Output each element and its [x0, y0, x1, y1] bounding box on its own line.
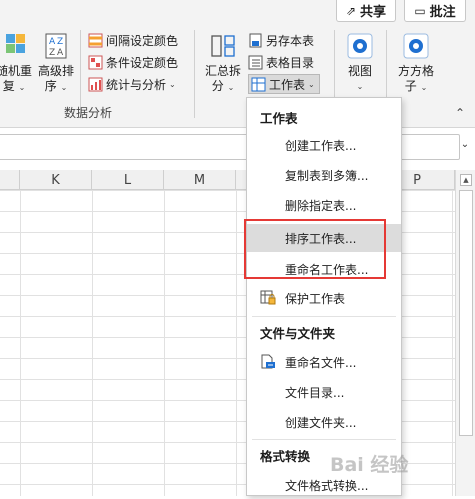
worksheet-dropdown-button[interactable]: 工作表 ⌄ — [248, 74, 320, 94]
worksheet-menu: 工作表 创建工作表... 复制表到多簿... 删除指定表... 排序工作表...… — [246, 97, 402, 496]
column-header-m[interactable]: M — [164, 170, 236, 190]
svg-text:Z: Z — [49, 48, 55, 58]
menu-item-copy-to-workbooks[interactable]: 复制表到多簿... — [247, 161, 401, 189]
menu-item-create-folders[interactable]: 创建文件夹... — [247, 408, 401, 436]
collapse-ribbon-icon[interactable]: ⌃ — [455, 106, 465, 120]
column-header-k[interactable]: K — [20, 170, 92, 190]
statistics-analysis-button[interactable]: 统计与分析 ⌄ — [88, 74, 178, 94]
svg-text:Z: Z — [57, 37, 63, 47]
separator — [194, 30, 195, 118]
data-analysis-group-label: 数据分析 — [64, 106, 113, 120]
protect-sheet-icon — [260, 290, 276, 305]
menu-section-header-format: 格式转换 — [260, 449, 311, 464]
az-sort-icon: A Z Z A — [45, 33, 67, 59]
split-icon — [211, 35, 235, 57]
worksheet-icon — [251, 77, 266, 91]
menu-item-file-directory[interactable]: 文件目录... — [247, 378, 401, 406]
annotate-button[interactable]: ▭ 批注 — [404, 0, 466, 22]
interval-color-icon — [88, 33, 103, 47]
formula-expand-icon[interactable]: ⌄ — [458, 139, 472, 153]
statistics-icon — [88, 77, 103, 91]
vertical-scrollbar[interactable]: ▲ — [455, 170, 475, 496]
interval-color-button[interactable]: 间隔设定颜色 — [88, 30, 178, 50]
menu-item-rename-files[interactable]: 重命名文件... — [247, 348, 401, 376]
svg-text:A: A — [57, 48, 64, 58]
svg-text:A: A — [49, 37, 56, 47]
comment-icon: ▭ — [414, 3, 426, 18]
scroll-up-icon[interactable]: ▲ — [460, 174, 472, 186]
scroll-thumb[interactable] — [459, 190, 473, 436]
select-all-corner[interactable] — [0, 170, 20, 190]
table-directory-button[interactable]: 表格目录 — [248, 52, 320, 72]
view-icon — [347, 33, 373, 59]
grid-addon-icon — [403, 33, 429, 59]
menu-section-header-files: 文件与文件夹 — [260, 326, 336, 341]
menu-divider — [252, 439, 396, 440]
menu-item-delete-sheets[interactable]: 删除指定表... — [247, 191, 401, 219]
spreadsheet: K L M N O P ▲ — [0, 170, 475, 496]
ribbon: ⇗ 共享 ▭ 批注 随机重 复 ⌄ A Z Z A 高级排 序 ⌄ 间隔设定颜色 — [0, 0, 475, 128]
menu-item-protect-sheet[interactable]: 保护工作表 — [247, 284, 401, 312]
menu-divider — [252, 316, 396, 317]
conditional-color-button[interactable]: 条件设定颜色 — [88, 52, 178, 72]
menu-item-create-sheet[interactable]: 创建工作表... — [247, 131, 401, 159]
advanced-sort-button[interactable]: A Z Z A 高级排 序 ⌄ — [36, 32, 76, 95]
menu-section-header-worksheet: 工作表 — [260, 111, 298, 126]
rename-file-icon — [261, 354, 275, 369]
watermark: Bai 经验 — [330, 454, 409, 476]
summary-split-button[interactable]: 汇总拆 分 ⌄ — [202, 32, 244, 95]
grid-addon-button[interactable]: 方方格 子 ⌄ — [394, 32, 438, 95]
column-header-l[interactable]: L — [92, 170, 164, 190]
highlight-annotation-box — [244, 219, 386, 279]
view-button[interactable]: 视图 ⌄ — [342, 32, 378, 94]
formula-bar: ⌄ — [0, 134, 475, 160]
share-icon: ⇗ — [345, 3, 357, 18]
table-directory-icon — [248, 55, 263, 69]
color-grid-icon — [6, 34, 25, 53]
save-sheet-icon — [249, 33, 262, 47]
save-sheet-as-button[interactable]: 另存本表 — [248, 30, 320, 50]
random-repeat-button[interactable]: 随机重 复 ⌄ — [0, 32, 32, 95]
share-button[interactable]: ⇗ 共享 — [336, 0, 396, 22]
conditional-color-icon — [88, 55, 103, 69]
